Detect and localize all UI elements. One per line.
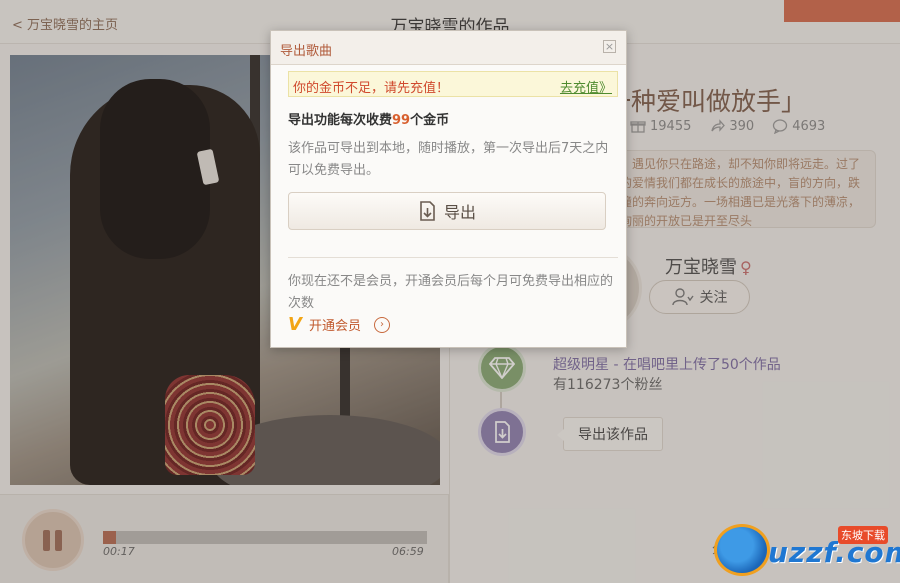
vip-row[interactable]: V 开通会员 › [288, 314, 390, 335]
export-song-dialog: 导出歌曲 × 你的金币不足，请先充值！ 去充值》 导出功能每次收费99个金币 该… [270, 30, 627, 348]
alert-text: 你的金币不足，请先充值！ [293, 81, 450, 96]
watermark-tag: 东坡下载 [838, 526, 888, 544]
dialog-header: 导出歌曲 × [271, 31, 626, 65]
arrow-right-icon[interactable]: › [373, 316, 390, 333]
price-amount: 99 [392, 113, 411, 128]
dialog-divider [288, 257, 618, 258]
export-button-label: 导出 [443, 203, 476, 222]
export-icon [420, 201, 435, 221]
recharge-link[interactable]: 去充值》 [560, 77, 612, 96]
logo-emblem [714, 524, 770, 576]
export-description: 该作品可导出到本地，随时播放，第一次导出后7天之内可以免费导出。 [288, 141, 609, 178]
export-button[interactable]: 导出 [288, 192, 606, 230]
member-notice: 你现在还不是会员，开通会员后每个月可免费导出相应的次数 [288, 274, 614, 311]
watermark-logo: uzzf.com 东坡下载 [708, 520, 900, 580]
vip-icon: V [288, 314, 302, 335]
dialog-title: 导出歌曲 [280, 44, 333, 59]
insufficient-coins-alert: 你的金币不足，请先充值！ 去充值》 [288, 71, 618, 97]
price-line: 导出功能每次收费99个金币 [288, 109, 449, 128]
close-icon[interactable]: × [603, 40, 616, 53]
price-suffix: 个金币 [410, 113, 450, 128]
open-membership-link[interactable]: 开通会员 [309, 315, 361, 334]
price-prefix: 导出功能每次收费 [288, 113, 393, 128]
